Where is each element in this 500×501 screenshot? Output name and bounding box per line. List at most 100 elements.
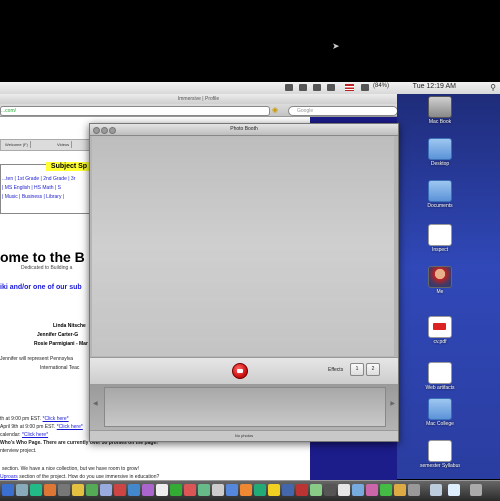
member-name: Linda Nitsche bbox=[53, 323, 86, 329]
trash-icon[interactable] bbox=[470, 484, 482, 496]
app-icon[interactable] bbox=[324, 484, 336, 496]
app-icon[interactable] bbox=[282, 484, 294, 496]
window-title: Photo Booth bbox=[230, 126, 258, 132]
finder-icon[interactable] bbox=[2, 484, 14, 496]
folder-icon bbox=[428, 138, 452, 160]
subject-link-row[interactable]: ...ten | 1st Grade | 2nd Grade | 3r bbox=[2, 176, 75, 182]
scroll-right-icon[interactable]: ▶ bbox=[390, 400, 395, 407]
desktop-icon-inspect[interactable]: Inspect bbox=[420, 224, 460, 253]
schedule-row: April 9th at 9:00 pm EST. *Click here* bbox=[0, 424, 83, 430]
app-icon[interactable] bbox=[394, 484, 406, 496]
app-icon[interactable] bbox=[226, 484, 238, 496]
desktop-icon-me[interactable]: Me bbox=[420, 266, 460, 295]
welcome-heading: ome to the B bbox=[0, 249, 85, 265]
app-icon[interactable] bbox=[184, 484, 196, 496]
search-input[interactable]: Google bbox=[288, 106, 397, 116]
scroll-left-icon[interactable]: ◀ bbox=[93, 400, 98, 407]
desktop-icon-cv-pdf[interactable]: cv.pdf bbox=[420, 316, 460, 345]
time-machine-icon[interactable] bbox=[299, 84, 307, 91]
effects-label: Effects bbox=[328, 367, 344, 373]
effects-page-1-button[interactable]: 1 bbox=[350, 363, 364, 376]
desktop-icon-documents[interactable]: Documents bbox=[420, 180, 460, 209]
menu-clock[interactable]: Tue 12:19 AM bbox=[413, 83, 456, 90]
tab-welcome[interactable]: Welcome (F) bbox=[3, 141, 31, 148]
photo-booth-titlebar[interactable]: Photo Booth bbox=[90, 124, 398, 136]
app-icon[interactable] bbox=[310, 484, 322, 496]
app-icon[interactable] bbox=[114, 484, 126, 496]
desktop-icon-mac-college[interactable]: Mac College bbox=[420, 398, 460, 427]
app-icon[interactable] bbox=[254, 484, 266, 496]
click-here-link[interactable]: *Click here* bbox=[22, 432, 48, 438]
sync-icon[interactable] bbox=[285, 84, 293, 91]
app-icon[interactable] bbox=[44, 484, 56, 496]
member-name: Rosie Parmigiani - Mar bbox=[34, 341, 88, 347]
photo-strip[interactable] bbox=[104, 387, 386, 427]
click-here-link[interactable]: *Click here* bbox=[57, 424, 83, 430]
app-icon[interactable] bbox=[352, 484, 364, 496]
app-icon[interactable] bbox=[156, 484, 168, 496]
schedule-row: th at 9:00 pm EST. *Click here* bbox=[0, 416, 69, 422]
app-icon[interactable] bbox=[198, 484, 210, 496]
member-name: Jennifer Carter-G bbox=[37, 332, 79, 338]
photo-count-status: No photos bbox=[90, 430, 398, 441]
effects-page-2-button[interactable]: 2 bbox=[366, 363, 380, 376]
app-icon[interactable] bbox=[170, 484, 182, 496]
desktop-icon-syllabus[interactable]: semester Syllabus 2009.doc bbox=[420, 440, 460, 469]
take-photo-button[interactable] bbox=[232, 363, 248, 379]
input-flag-icon[interactable] bbox=[345, 84, 354, 91]
documents-stack-icon[interactable] bbox=[448, 484, 460, 496]
app-icon[interactable] bbox=[268, 484, 280, 496]
click-here-link[interactable]: *Click here* bbox=[43, 416, 69, 422]
schedule-text: April 9th at 9:00 pm EST. bbox=[0, 424, 56, 430]
schedule-row: calendar: *Click here* bbox=[0, 432, 48, 438]
subject-title: Subject Sp bbox=[46, 162, 92, 171]
app-icon[interactable] bbox=[380, 484, 392, 496]
address-field[interactable]: ...com/ bbox=[0, 106, 270, 116]
app-icon[interactable] bbox=[58, 484, 70, 496]
camera-icon bbox=[237, 369, 243, 373]
app-icon[interactable] bbox=[240, 484, 252, 496]
app-icon[interactable] bbox=[212, 484, 224, 496]
rss-icon[interactable]: ◉ bbox=[272, 106, 278, 114]
mouse-cursor-icon: ➤ bbox=[332, 41, 340, 51]
spotlight-icon[interactable]: ⚲ bbox=[490, 83, 496, 92]
folder-icon bbox=[428, 180, 452, 202]
subject-link-row[interactable]: | Music | Business | Library | bbox=[2, 194, 64, 200]
document-icon bbox=[428, 362, 452, 384]
interview-row: nterview project. bbox=[0, 448, 37, 454]
tab-videos[interactable]: Videos bbox=[55, 141, 73, 148]
site-nav: Welcome (F) Videos bbox=[0, 139, 92, 151]
schedule-text: calendar: bbox=[0, 432, 21, 438]
desktop-icon-mac-book[interactable]: Mac Book bbox=[420, 96, 460, 125]
document-icon bbox=[428, 440, 452, 462]
pdf-icon bbox=[428, 316, 452, 338]
volume-icon[interactable] bbox=[327, 84, 335, 91]
folder-icon bbox=[428, 398, 452, 420]
desktop-icon-web-artifacts[interactable]: Web artifacts bbox=[420, 362, 460, 391]
jennifer-line: Jennifer will represent Pennsylva bbox=[0, 356, 74, 362]
wifi-icon[interactable] bbox=[313, 84, 321, 91]
downloads-stack-icon[interactable] bbox=[430, 484, 442, 496]
app-icon[interactable] bbox=[296, 484, 308, 496]
dock bbox=[0, 480, 500, 501]
app-icon[interactable] bbox=[366, 484, 378, 496]
app-icon[interactable] bbox=[16, 484, 28, 496]
invite-link[interactable]: iki and/or one of our sub bbox=[0, 284, 82, 291]
camera-preview bbox=[92, 136, 394, 356]
app-icon[interactable] bbox=[408, 484, 420, 496]
desktop-icon-desktop[interactable]: Desktop bbox=[420, 138, 460, 167]
photo-tray: ◀ ▶ bbox=[90, 384, 398, 430]
schedule-text: th at 9:00 pm EST. bbox=[0, 416, 42, 422]
battery-icon[interactable] bbox=[361, 84, 369, 91]
battery-percent: (84%) bbox=[373, 83, 390, 89]
app-icon[interactable] bbox=[128, 484, 140, 496]
app-icon[interactable] bbox=[30, 484, 42, 496]
app-icon[interactable] bbox=[72, 484, 84, 496]
app-icon[interactable] bbox=[86, 484, 98, 496]
intl-line: International Teac bbox=[40, 365, 80, 371]
photo-booth-controls: Effects 1 2 bbox=[90, 357, 398, 385]
app-icon[interactable] bbox=[100, 484, 112, 496]
subject-link-row[interactable]: | MS English | HS Math | S bbox=[2, 185, 61, 191]
app-icon[interactable] bbox=[142, 484, 154, 496]
app-icon[interactable] bbox=[338, 484, 350, 496]
